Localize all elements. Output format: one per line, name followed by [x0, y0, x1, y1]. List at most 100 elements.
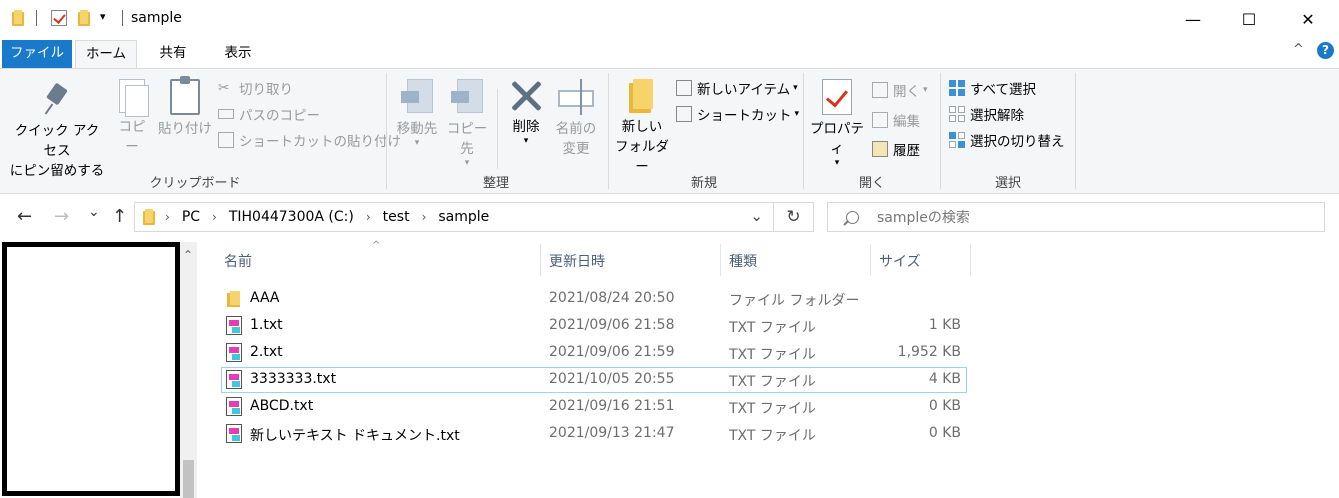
group-label-new: 新規: [690, 176, 717, 191]
copy-button[interactable]: コピー: [112, 79, 152, 157]
new-folder-quick-icon[interactable]: [78, 10, 90, 26]
pin-to-quick-access-button[interactable]: クイック アクセス にピン留めする: [8, 81, 106, 181]
copy-icon: [119, 79, 149, 117]
paste-shortcut-button[interactable]: ショートカットの貼り付け: [218, 129, 401, 151]
cut-button[interactable]: ✂ 切り取り: [218, 77, 293, 99]
scroll-up-icon[interactable]: ⌃: [183, 248, 193, 262]
pin-icon: [42, 81, 72, 117]
column-divider[interactable]: [870, 244, 871, 276]
breadcrumb-sample[interactable]: sample: [438, 209, 489, 225]
file-size: 0 KB: [928, 398, 961, 414]
minimize-button[interactable]: —: [1164, 0, 1222, 38]
file-row-selected[interactable]: 3333333.txt 2021/10/05 20:55 TXT ファイル 4 …: [221, 367, 967, 393]
chevron-right-icon: ›: [421, 210, 427, 224]
file-name: 新しいテキスト ドキュメント.txt: [250, 428, 460, 444]
back-button[interactable]: ←: [17, 206, 32, 227]
select-none-button[interactable]: 選択解除: [949, 103, 1024, 125]
file-row[interactable]: 新しいテキスト ドキュメント.txt 2021/09/13 21:47 TXT …: [221, 421, 967, 447]
properties-button[interactable]: プロパティ ▾: [806, 79, 868, 168]
file-modified: 2021/09/06 21:59: [549, 344, 675, 360]
new-folder-label-2: フォルダー: [615, 139, 669, 175]
ribbon-tabs: ファイル ホーム 共有 表示: [0, 38, 1339, 70]
file-modified: 2021/09/06 21:58: [549, 317, 675, 333]
file-name: 2.txt: [250, 344, 283, 360]
breadcrumb-pc[interactable]: PC: [182, 209, 200, 225]
navigation-pane: ⌃: [0, 242, 197, 498]
file-type: TXT ファイル: [729, 347, 816, 363]
new-folder-icon: [629, 79, 655, 113]
up-button[interactable]: ↑: [112, 206, 127, 227]
column-header-name[interactable]: 名前: [224, 252, 252, 276]
copy-label: コピー: [118, 119, 146, 155]
tab-share[interactable]: 共有: [145, 40, 201, 68]
shortcut-button[interactable]: ショートカット ▾: [676, 103, 799, 125]
properties-quick-icon[interactable]: [51, 10, 67, 26]
paste-button[interactable]: 貼り付け: [156, 76, 214, 139]
delete-button[interactable]: 削除 ▾: [504, 79, 548, 146]
delete-dropdown-icon: ▾: [523, 136, 529, 146]
column-header-type[interactable]: 種類: [729, 252, 757, 276]
delete-label: 削除: [512, 119, 540, 135]
invert-selection-button[interactable]: 選択の切り替え: [949, 129, 1065, 151]
move-to-icon: [401, 79, 433, 115]
clipboard-icon: [170, 76, 200, 115]
breadcrumb-drive[interactable]: TIH0447300A (C:): [229, 209, 354, 225]
move-to-button[interactable]: 移動先 ▾: [394, 79, 440, 148]
shortcut-icon: [676, 106, 692, 122]
select-all-button[interactable]: すべて選択: [949, 77, 1036, 99]
navigation-scrollbar[interactable]: ⌃: [180, 242, 197, 498]
file-type: TXT ファイル: [729, 401, 816, 417]
file-name: ABCD.txt: [250, 398, 314, 414]
copy-to-button[interactable]: コピー先 ▾: [444, 79, 490, 168]
group-separator: [1075, 73, 1076, 189]
edit-button[interactable]: 編集: [872, 109, 920, 131]
file-row[interactable]: 1.txt 2021/09/06 21:58 TXT ファイル 1 KB: [221, 313, 967, 339]
help-icon[interactable]: ?: [1317, 42, 1334, 59]
column-divider[interactable]: [970, 244, 971, 276]
recent-locations-button[interactable]: ⌄: [88, 204, 100, 220]
file-row[interactable]: ABCD.txt 2021/09/16 21:51 TXT ファイル 0 KB: [221, 394, 967, 420]
group-separator: [608, 73, 609, 189]
folder-icon: [12, 10, 24, 26]
collapse-ribbon-icon[interactable]: ^: [1293, 42, 1304, 57]
tab-file[interactable]: ファイル: [2, 40, 72, 68]
history-button[interactable]: 履歴: [872, 138, 920, 160]
properties-icon: [822, 79, 852, 115]
file-row[interactable]: AAA 2021/08/24 20:50 ファイル フォルダー: [221, 286, 967, 312]
column-header-modified[interactable]: 更新日時: [549, 252, 605, 276]
properties-label: プロパティ: [810, 121, 864, 157]
column-divider[interactable]: [540, 244, 541, 276]
address-dropdown-icon[interactable]: ⌄: [750, 207, 763, 225]
customize-quick-access-icon[interactable]: ▾: [100, 10, 106, 23]
tab-home[interactable]: ホーム: [75, 40, 137, 70]
new-item-button[interactable]: 新しいアイテム ▾: [676, 77, 798, 99]
close-button[interactable]: ✕: [1279, 0, 1337, 38]
scrollbar-thumb[interactable]: [183, 460, 194, 498]
maximize-button[interactable]: ☐: [1220, 0, 1278, 38]
file-type: ファイル フォルダー: [729, 293, 860, 309]
tab-view[interactable]: 表示: [210, 40, 266, 68]
new-folder-label-1: 新しい: [621, 119, 663, 135]
open-button[interactable]: 開く ▾: [872, 79, 928, 101]
open-dropdown-icon: ▾: [923, 85, 928, 95]
open-label: 開く: [893, 84, 920, 100]
rename-button[interactable]: 名前の 変更: [552, 79, 600, 159]
file-type: TXT ファイル: [729, 320, 816, 336]
copy-path-button[interactable]: パスのコピー: [218, 103, 320, 125]
file-row[interactable]: 2.txt 2021/09/06 21:59 TXT ファイル 1,952 KB: [221, 340, 967, 366]
search-box[interactable]: sampleの検索: [827, 202, 1325, 232]
new-folder-button[interactable]: 新しい フォルダー: [612, 79, 672, 177]
copy-path-label: パスのコピー: [239, 108, 320, 124]
group-separator: [803, 73, 804, 189]
paste-label: 貼り付け: [158, 121, 212, 137]
address-bar[interactable]: › PC › TIH0447300A (C:) › test › sample …: [134, 202, 774, 232]
column-header-size[interactable]: サイズ: [879, 252, 921, 276]
move-to-dropdown-icon: ▾: [414, 138, 420, 148]
column-divider[interactable]: [720, 244, 721, 276]
forward-button[interactable]: →: [54, 206, 69, 227]
refresh-button[interactable]: ↻: [774, 202, 814, 232]
file-modified: 2021/10/05 20:55: [549, 371, 675, 387]
breadcrumb-test[interactable]: test: [383, 209, 410, 225]
txt-file-icon: [226, 370, 242, 389]
search-input[interactable]: sampleの検索: [877, 207, 970, 227]
